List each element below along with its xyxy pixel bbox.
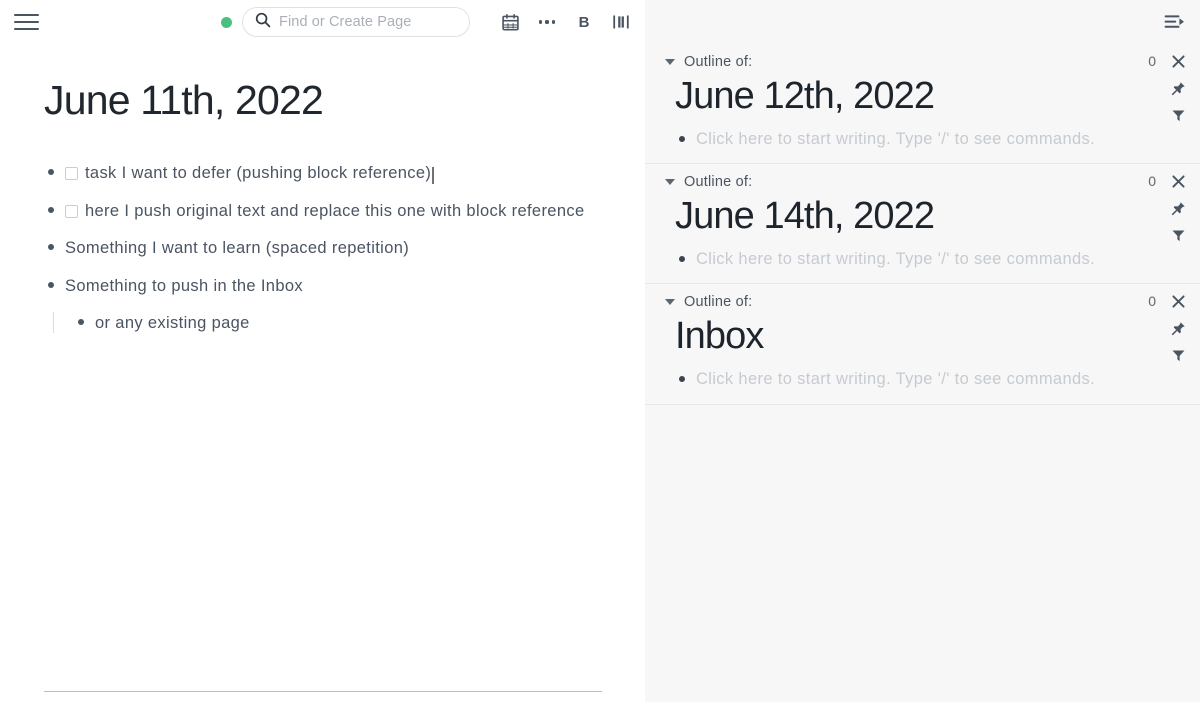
bullet-icon[interactable] xyxy=(44,160,58,175)
bold-b-icon[interactable]: B xyxy=(573,11,595,33)
filter-icon[interactable] xyxy=(1170,107,1186,123)
sidebar-placeholder-row[interactable]: Click here to start writing. Type '/' to… xyxy=(645,238,1200,283)
filter-icon[interactable] xyxy=(1170,227,1186,243)
search-input[interactable] xyxy=(279,14,457,30)
right-sidebar-topbar xyxy=(645,0,1200,44)
sidebar-controls-row: 0 xyxy=(1148,173,1186,189)
sync-status-dot[interactable] xyxy=(221,16,232,28)
block-row[interactable]: Something I want to learn (spaced repeti… xyxy=(44,235,601,262)
sidebar-placeholder-text[interactable]: Click here to start writing. Type '/' to… xyxy=(689,249,1095,270)
block-text[interactable]: or any existing page xyxy=(88,310,250,337)
block-row[interactable]: task I want to defer (pushing block refe… xyxy=(44,160,601,187)
sidebar-placeholder-text[interactable]: Click here to start writing. Type '/' to… xyxy=(689,369,1095,390)
pin-icon[interactable] xyxy=(1170,200,1186,216)
close-icon[interactable] xyxy=(1170,293,1186,309)
hamburger-line xyxy=(14,14,39,16)
block-list: task I want to defer (pushing block refe… xyxy=(44,160,601,337)
toolbar-center: B ? xyxy=(221,7,669,37)
hamburger-menu-icon[interactable] xyxy=(14,9,40,35)
collapse-sidebar-icon[interactable] xyxy=(1164,13,1186,31)
task-checkbox[interactable] xyxy=(65,166,78,180)
top-toolbar: B ? xyxy=(0,0,666,44)
filter-icon[interactable] xyxy=(1170,347,1186,363)
block-row[interactable]: here I push original text and replace th… xyxy=(44,198,601,225)
sidebar-item-label: Outline of: xyxy=(684,294,753,311)
search-icon xyxy=(255,12,271,33)
reference-count: 0 xyxy=(1148,53,1156,69)
sidebar-item-controls: 0 xyxy=(1148,53,1186,123)
text-cursor-icon xyxy=(432,166,435,184)
pin-icon[interactable] xyxy=(1170,320,1186,336)
sidebar-item-controls: 0 xyxy=(1148,293,1186,363)
sidebar-item-header[interactable]: Outline of: xyxy=(645,284,1200,314)
dot xyxy=(545,20,549,24)
more-options-icon[interactable] xyxy=(536,11,558,33)
sidebar-item-title[interactable]: Inbox xyxy=(645,314,1200,358)
pin-icon[interactable] xyxy=(1170,80,1186,96)
bullet-icon[interactable] xyxy=(675,249,689,263)
close-icon[interactable] xyxy=(1170,53,1186,69)
hamburger-line xyxy=(14,28,39,30)
bullet-icon[interactable] xyxy=(675,369,689,383)
search-box[interactable] xyxy=(242,7,470,37)
bullet-icon[interactable] xyxy=(44,235,58,251)
block-text[interactable]: Something I want to learn (spaced repeti… xyxy=(58,235,409,262)
bullet-icon[interactable] xyxy=(44,198,58,213)
dot xyxy=(539,20,543,24)
bullet-icon[interactable] xyxy=(74,310,88,325)
sidebar-placeholder-row[interactable]: Click here to start writing. Type '/' to… xyxy=(645,118,1200,163)
chevron-down-icon[interactable] xyxy=(665,179,675,186)
hamburger-line xyxy=(14,21,39,23)
sidebar-item-header[interactable]: Outline of: xyxy=(645,164,1200,194)
sidebar-placeholder-text[interactable]: Click here to start writing. Type '/' to… xyxy=(689,129,1095,150)
sidebar-controls-row: 0 xyxy=(1148,293,1186,309)
right-sidebar: Outline of: 0 June 12th, 2022 Click here… xyxy=(645,0,1200,702)
bullet-icon[interactable] xyxy=(675,129,689,142)
more-dots xyxy=(539,20,555,24)
sidebar-outline-item: Outline of: 0 xyxy=(645,164,1200,285)
chevron-down-icon[interactable] xyxy=(665,299,675,306)
sidebar-outline-item: Outline of: 0 xyxy=(645,284,1200,405)
sidebar-item-title[interactable]: June 12th, 2022 xyxy=(645,74,1200,118)
sidebar-outline-item: Outline of: 0 xyxy=(645,44,1200,165)
page-divider xyxy=(44,691,602,692)
sidebar-item-header[interactable]: Outline of: xyxy=(645,44,1200,74)
main-pane: B ? xyxy=(0,0,666,702)
toolbar-icon-group: B ? xyxy=(499,11,669,33)
block-text[interactable]: Something to push in the Inbox xyxy=(58,273,303,300)
close-icon[interactable] xyxy=(1170,173,1186,189)
calendar-icon[interactable] xyxy=(499,11,521,33)
sidebar-placeholder-row[interactable]: Click here to start writing. Type '/' to… xyxy=(645,358,1200,403)
page-title[interactable]: June 11th, 2022 xyxy=(44,77,601,124)
sidebar-item-label: Outline of: xyxy=(684,54,753,70)
sidebar-item-label: Outline of: xyxy=(684,174,753,191)
nested-block-container: or any existing page xyxy=(44,310,601,337)
sidebar-item-title[interactable]: June 14th, 2022 xyxy=(645,194,1200,238)
task-checkbox[interactable] xyxy=(65,204,78,218)
block-row[interactable]: or any existing page xyxy=(74,310,601,337)
reference-count: 0 xyxy=(1148,173,1156,190)
chevron-down-icon[interactable] xyxy=(665,59,675,65)
app-root: B ? xyxy=(0,0,1200,702)
sidebar-controls-row: 0 xyxy=(1148,53,1186,69)
sidebar-item-controls: 0 xyxy=(1148,173,1186,243)
bullet-icon[interactable] xyxy=(44,273,58,289)
reference-count: 0 xyxy=(1148,293,1156,310)
toggle-right-sidebar-icon[interactable] xyxy=(610,11,632,33)
dot xyxy=(551,20,555,24)
block-group: Something to push in the Inbox or any ex… xyxy=(44,273,601,336)
nesting-guide-line[interactable] xyxy=(53,311,54,333)
page-body: June 11th, 2022 task I want to defer (pu… xyxy=(0,44,645,337)
block-row[interactable]: Something to push in the Inbox xyxy=(44,273,601,300)
block-text[interactable]: task I want to defer (pushing block refe… xyxy=(85,160,431,187)
block-text[interactable]: here I push original text and replace th… xyxy=(85,198,584,225)
